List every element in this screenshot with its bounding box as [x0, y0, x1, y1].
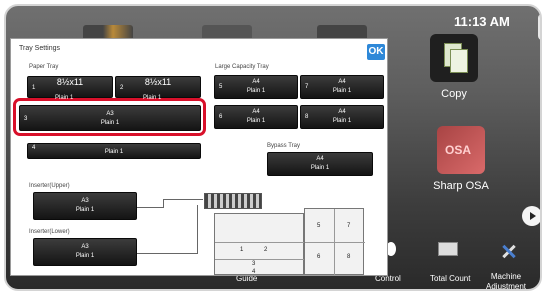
machine-adjustment-button[interactable]: Machine Adjustment: [486, 272, 526, 289]
tray-3-highlight: [13, 98, 206, 136]
copy-label: Copy: [441, 88, 467, 100]
tray-4-type: Plain 1: [104, 149, 124, 155]
inserter-lower-label: Inserter(Lower): [29, 229, 70, 235]
copy-app[interactable]: Copy: [419, 34, 489, 100]
tray-6-size: A4: [252, 109, 260, 115]
tray-6-number: 6: [219, 114, 223, 120]
next-page-arrow-icon[interactable]: [522, 206, 540, 226]
tray-1-type: Plain 1: [55, 95, 74, 101]
diagram-cell-3: 3: [252, 261, 256, 267]
side-panel-tab[interactable]: [538, 14, 540, 40]
machine-diagram: 1 2 3 4 5 6 7 8: [204, 193, 366, 276]
bypass-tray-type: Plain 1: [310, 165, 330, 171]
tray-1-size: 8½x11: [56, 77, 84, 87]
diagram-cell-8: 8: [347, 254, 351, 260]
tray-2-type: Plain 1: [143, 95, 162, 101]
diagram-cell-5: 5: [317, 223, 321, 229]
tray-2-size: 8½x11: [144, 77, 172, 87]
inserter-lower-type: Plain 1: [75, 253, 95, 259]
diagram-cell-7: 7: [347, 223, 351, 229]
large-capacity-tray-label: Large Capacity Tray: [215, 64, 269, 70]
tray-7-button[interactable]: 7 A4 Plain 1: [300, 75, 384, 99]
tray-4-button[interactable]: 4 Plain 1: [27, 143, 201, 159]
sharp-osa-icon: [437, 126, 485, 174]
inserter-lower-button[interactable]: A3 Plain 1: [33, 238, 137, 266]
bypass-tray-size: A4: [316, 156, 324, 162]
finisher-top: [204, 193, 262, 209]
tray-4-number: 4: [32, 145, 36, 151]
copy-icon: [430, 34, 478, 82]
tray-7-size: A4: [338, 79, 346, 85]
counter-icon: [438, 242, 458, 256]
connector-line: [197, 205, 198, 254]
connector-line: [163, 199, 164, 208]
bypass-tray-label: Bypass Tray: [267, 143, 301, 149]
machine-body: 1 2 3 4: [214, 213, 305, 275]
tray-8-size: A4: [338, 109, 346, 115]
tools-icon: [499, 242, 517, 260]
tray-8-number: 8: [305, 114, 309, 120]
inserter-upper-size: A3: [81, 198, 89, 204]
total-count-button[interactable]: Total Count: [430, 274, 470, 284]
large-capacity-unit: 5 6 7 8: [304, 208, 365, 276]
tray-1-number: 1: [32, 85, 36, 91]
paper-tray-label: Paper Tray: [29, 64, 59, 70]
sharp-osa-app[interactable]: Sharp OSA: [426, 126, 496, 192]
tray-5-number: 5: [219, 84, 223, 90]
clock: 11:13 AM: [454, 14, 510, 29]
dialog-title: Tray Settings: [19, 45, 60, 52]
diagram-cell-1: 1: [240, 247, 244, 253]
diagram-cell-2: 2: [264, 247, 268, 253]
inserter-upper-label: Inserter(Upper): [29, 183, 70, 189]
inserter-lower-size: A3: [81, 244, 89, 250]
tray-8-type: Plain 1: [332, 118, 352, 124]
connector-line: [137, 253, 197, 254]
sharp-osa-label: Sharp OSA: [433, 180, 489, 192]
connector-line: [137, 207, 163, 208]
tray-5-size: A4: [252, 79, 260, 85]
tray-2-number: 2: [120, 85, 124, 91]
tray-5-type: Plain 1: [246, 88, 266, 94]
inserter-upper-type: Plain 1: [75, 207, 95, 213]
tray-5-button[interactable]: 5 A4 Plain 1: [214, 75, 298, 99]
tray-6-type: Plain 1: [246, 118, 266, 124]
bypass-tray-button[interactable]: A4 Plain 1: [267, 152, 373, 176]
diagram-cell-6: 6: [317, 254, 321, 260]
tray-7-type: Plain 1: [332, 88, 352, 94]
diagram-cell-4: 4: [252, 269, 256, 275]
ok-button[interactable]: OK: [367, 44, 385, 60]
tray-8-button[interactable]: 8 A4 Plain 1: [300, 105, 384, 129]
inserter-upper-button[interactable]: A3 Plain 1: [33, 192, 137, 220]
connector-line: [163, 199, 203, 200]
tray-7-number: 7: [305, 84, 309, 90]
tray-6-button[interactable]: 6 A4 Plain 1: [214, 105, 298, 129]
